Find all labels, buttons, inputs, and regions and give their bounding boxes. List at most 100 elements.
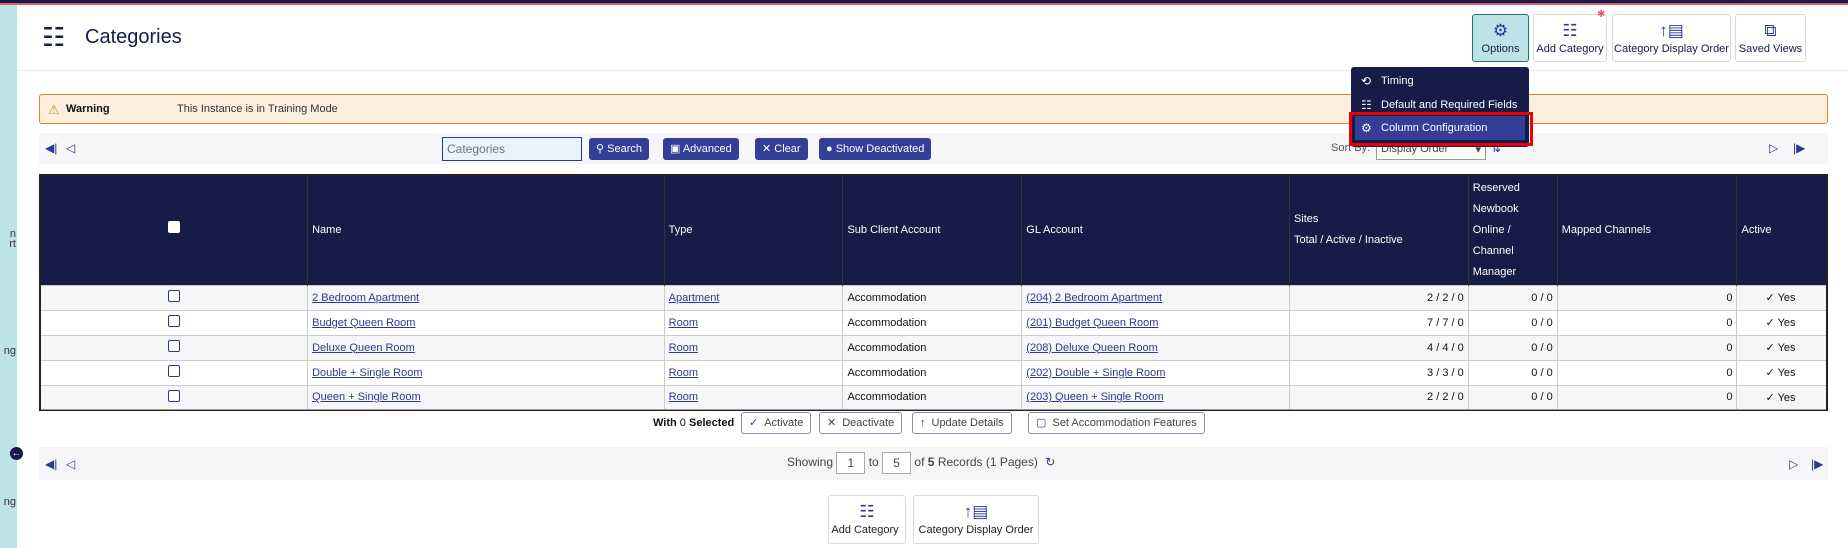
button-label: Search <box>607 143 642 155</box>
next-page-icon[interactable]: ▷ <box>1789 457 1798 471</box>
active-value: Yes <box>1777 317 1796 329</box>
refresh-icon[interactable]: ↻ <box>1045 455 1055 469</box>
table-row: Budget Queen Room Room Accommodation (20… <box>40 309 1828 335</box>
update-details-button[interactable]: ↑ Update Details <box>912 412 1012 434</box>
gl-account-link[interactable]: (202) Double + Single Room <box>1026 367 1165 379</box>
type-cell: Room <box>664 384 844 410</box>
clear-button[interactable]: ✕ Clear <box>755 138 808 160</box>
from-input[interactable]: 1 <box>836 452 866 474</box>
sub-client-account-cell: Accommodation <box>842 334 1023 360</box>
column-header-gl-account[interactable]: GL Account <box>1021 175 1290 285</box>
name-cell: Double + Single Room <box>307 359 665 385</box>
column-header-type[interactable]: Type <box>664 175 844 285</box>
name-cell: Deluxe Queen Room <box>307 334 665 360</box>
category-tree-icon: ☷ <box>859 502 875 521</box>
column-header-sites[interactable]: Sites Total / Active / Inactive <box>1289 175 1469 285</box>
arrow-up-icon: ↑ <box>920 417 926 429</box>
next-page-icon[interactable]: ▷ <box>1769 141 1778 155</box>
deactivate-button[interactable]: ✕ Deactivate <box>819 412 903 434</box>
menu-item-timing[interactable]: ⟲ Timing <box>1351 69 1529 93</box>
select-all-checkbox[interactable] <box>168 220 181 233</box>
sites-cell: 7 / 7 / 0 <box>1289 309 1469 335</box>
search-input[interactable] <box>442 137 582 161</box>
row-checkbox[interactable] <box>168 365 181 377</box>
label: of <box>914 455 925 470</box>
category-display-order-button[interactable]: ↑▤ Category Display Order <box>1612 14 1731 62</box>
type-link[interactable]: Room <box>669 391 698 403</box>
sub-client-account-cell: Accommodation <box>842 284 1023 310</box>
advanced-button[interactable]: ▣ Advanced <box>663 138 739 160</box>
reserved-cell: 0 / 0 <box>1468 334 1558 360</box>
saved-views-button[interactable]: ⧉ Saved Views <box>1735 14 1806 62</box>
header-line: Sites <box>1293 213 1319 226</box>
records-summary: Showing 1 to 5 of 5 Records (1 Pages) ↻ <box>787 452 1055 474</box>
row-checkbox[interactable] <box>168 290 181 302</box>
check-icon: ✓ <box>1765 391 1778 404</box>
add-category-bottom-button[interactable]: ☷ Add Category <box>828 495 906 544</box>
set-accommodation-features-button[interactable]: ▢ Set Accommodation Features <box>1028 412 1205 434</box>
accent-line <box>0 3 1848 5</box>
select-all-header <box>40 175 309 285</box>
prev-page-icon[interactable]: ◁ <box>66 141 75 155</box>
first-page-icon[interactable]: ◀| <box>45 457 57 471</box>
type-link[interactable]: Apartment <box>669 292 720 304</box>
monitor-icon: ▢ <box>1036 417 1047 429</box>
reserved-cell: 0 / 0 <box>1468 359 1558 385</box>
column-header-sub-client-account[interactable]: Sub Client Account <box>842 175 1023 285</box>
row-checkbox[interactable] <box>168 315 181 327</box>
row-checkbox[interactable] <box>168 340 181 352</box>
sub-client-account-cell: Accommodation <box>842 309 1023 335</box>
row-checkbox[interactable] <box>168 389 181 402</box>
category-name-link[interactable]: Double + Single Room <box>312 367 422 379</box>
type-link[interactable]: Room <box>669 342 698 354</box>
row-select-cell <box>40 359 309 385</box>
type-link[interactable]: Room <box>669 367 698 379</box>
row-select-cell <box>40 334 309 360</box>
category-name-link[interactable]: 2 Bedroom Apartment <box>312 292 419 304</box>
column-header-mapped-channels[interactable]: Mapped Channels <box>1557 175 1738 285</box>
mapped-channels-cell: 0 <box>1557 359 1738 385</box>
collapse-sidebar-icon[interactable]: ← <box>10 447 23 460</box>
to-input[interactable]: 5 <box>882 452 912 474</box>
mapped-channels-cell: 0 <box>1557 284 1738 310</box>
show-deactivated-button[interactable]: ● Show Deactivated <box>819 138 932 160</box>
add-category-button[interactable]: ☷ Add Category <box>1533 14 1607 62</box>
gl-account-link[interactable]: (204) 2 Bedroom Apartment <box>1026 292 1162 304</box>
category-name-link[interactable]: Deluxe Queen Room <box>312 342 415 354</box>
activate-button[interactable]: ✓ Activate <box>741 412 812 434</box>
sidebar-fragment[interactable]: rt <box>9 238 16 250</box>
sites-cell: 2 / 2 / 0 <box>1289 284 1469 310</box>
category-tree-icon: ☷ <box>1562 21 1578 40</box>
gl-account-cell: (202) Double + Single Room <box>1021 359 1290 385</box>
count: 0 <box>679 417 686 429</box>
button-label: Deactivate <box>842 417 895 429</box>
sites-cell: 3 / 3 / 0 <box>1289 359 1469 385</box>
column-header-active[interactable]: Active <box>1736 175 1828 285</box>
last-page-icon[interactable]: |▶ <box>1793 141 1805 155</box>
category-name-link[interactable]: Budget Queen Room <box>312 317 415 329</box>
row-select-cell <box>40 309 309 335</box>
sidebar-fragment[interactable]: ng <box>4 345 16 357</box>
category-display-order-bottom-button[interactable]: ↑▤ Category Display Order <box>913 495 1039 544</box>
sidebar-fragment[interactable]: ng <box>4 496 16 508</box>
column-header-name[interactable]: Name <box>307 175 665 285</box>
gl-account-link[interactable]: (203) Queen + Single Room <box>1026 391 1163 403</box>
sub-client-account-cell: Accommodation <box>842 384 1023 410</box>
sidebar[interactable]: n rt ng ng <box>0 5 17 548</box>
type-link[interactable]: Room <box>669 317 698 329</box>
toolbar: ◀| ◁ ⚲ Search ▣ Advanced ✕ Clear ● Show … <box>39 133 1828 164</box>
bulk-actions-bar: With 0 Selected ✓ Activate ✕ Deactivate ↑ U… <box>41 409 1826 436</box>
button-label: Category Display Order <box>1614 43 1729 55</box>
category-name-link[interactable]: Queen + Single Room <box>312 391 421 403</box>
table-row: Double + Single Room Room Accommodation … <box>40 359 1828 385</box>
gl-account-link[interactable]: (208) Deluxe Queen Room <box>1026 342 1157 354</box>
last-page-icon[interactable]: |▶ <box>1811 457 1823 471</box>
search-button[interactable]: ⚲ Search <box>589 138 649 160</box>
pin-icon[interactable]: ✱ <box>1597 9 1605 20</box>
gl-account-link[interactable]: (201) Budget Queen Room <box>1026 317 1158 329</box>
prev-page-icon[interactable]: ◁ <box>66 457 75 471</box>
options-button[interactable]: ⚙ Options <box>1472 14 1529 62</box>
column-header-reserved[interactable]: Reserved Newbook Online / Channel Manage… <box>1468 175 1558 285</box>
active-cell: ✓ Yes <box>1736 384 1828 410</box>
first-page-icon[interactable]: ◀| <box>45 141 57 155</box>
